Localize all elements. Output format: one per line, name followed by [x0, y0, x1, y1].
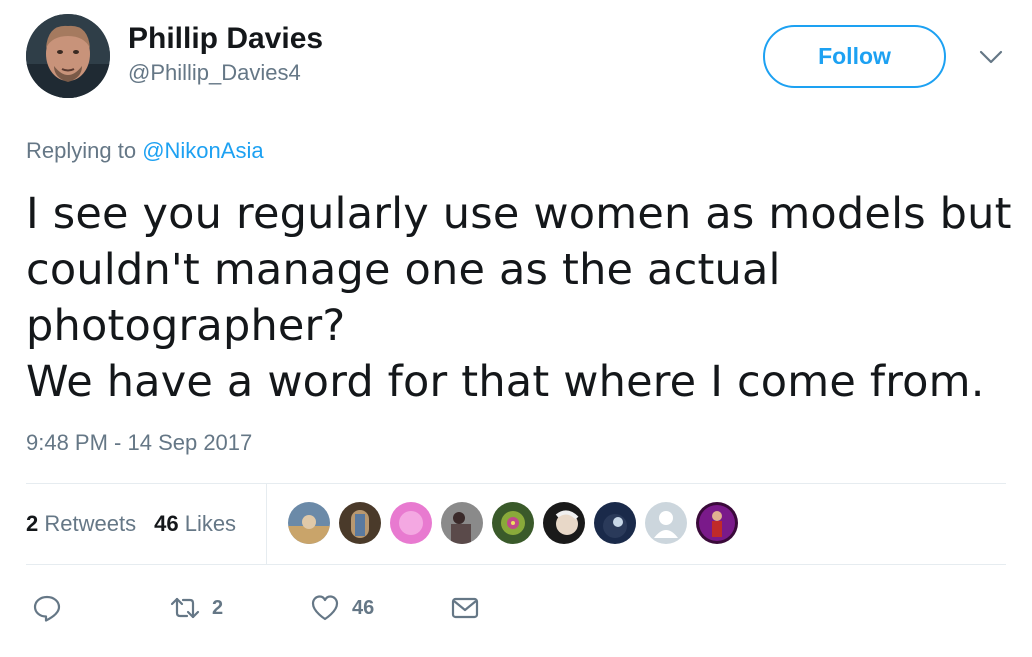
- likes-count: 46: [154, 511, 179, 536]
- default-avatar-icon[interactable]: [645, 502, 687, 544]
- replying-to: Replying to @NikonAsia: [26, 137, 264, 165]
- liker-avatar[interactable]: [594, 502, 636, 544]
- liker-avatar[interactable]: [288, 502, 330, 544]
- retweet-button[interactable]: 2: [170, 588, 223, 628]
- liker-avatar[interactable]: [441, 502, 483, 544]
- stats-separator: [266, 484, 267, 564]
- avatar[interactable]: [26, 14, 110, 98]
- tweet-text: I see you regularly use women as models …: [26, 186, 1012, 410]
- like-count: 46: [352, 596, 375, 619]
- reply-button[interactable]: [32, 588, 62, 628]
- retweet-icon: [170, 597, 200, 619]
- retweets-stat[interactable]: 2 Retweets: [26, 511, 136, 537]
- tweet-text-line: We have a word for that where I come fro…: [26, 357, 985, 407]
- liker-avatar[interactable]: [696, 502, 738, 544]
- heart-icon: [311, 595, 339, 621]
- author-handle[interactable]: @Phillip_Davies4: [128, 58, 323, 88]
- author-display-name[interactable]: Phillip Davies: [128, 22, 323, 56]
- tweet-text-line: photographer?: [26, 301, 346, 351]
- reply-icon: [33, 595, 61, 622]
- divider: [26, 564, 1006, 565]
- tweet-header: Phillip Davies @Phillip_Davies4 Follow: [26, 14, 1006, 98]
- tweet-text-line: I see you regularly use women as models …: [26, 189, 1012, 239]
- liker-avatar[interactable]: [543, 502, 585, 544]
- tweet-actions: 2 46: [26, 588, 626, 628]
- direct-message-button[interactable]: [450, 588, 480, 628]
- likes-stat[interactable]: 46 Likes: [154, 511, 236, 537]
- retweet-count: 2: [212, 596, 224, 619]
- replying-to-mention[interactable]: @NikonAsia: [142, 138, 263, 163]
- chevron-down-icon[interactable]: [978, 48, 1004, 66]
- like-button[interactable]: 46: [310, 588, 374, 628]
- tweet-stats: 2 Retweets 46 Likes: [26, 484, 254, 564]
- likes-label: Likes: [184, 511, 237, 536]
- follow-button[interactable]: Follow: [763, 25, 946, 88]
- message-icon: [451, 597, 479, 619]
- liker-avatar[interactable]: [492, 502, 534, 544]
- replying-to-label: Replying to: [26, 138, 137, 163]
- retweets-count: 2: [26, 511, 39, 536]
- tweet-timestamp[interactable]: 9:48 PM - 14 Sep 2017: [26, 428, 252, 458]
- retweets-label: Retweets: [44, 511, 137, 536]
- liker-avatar[interactable]: [390, 502, 432, 544]
- liker-avatars: [288, 502, 747, 544]
- tweet-text-line: couldn't manage one as the actual: [26, 245, 781, 295]
- liker-avatar[interactable]: [339, 502, 381, 544]
